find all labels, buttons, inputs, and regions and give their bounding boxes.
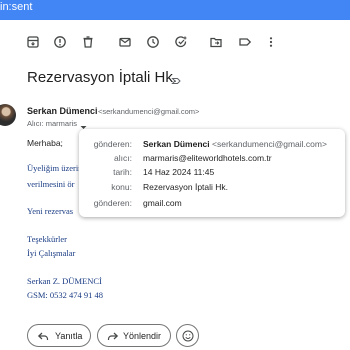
top-bar: in:sent (0, 0, 350, 20)
signature-phone: GSM: 0532 474 91 48 (27, 290, 104, 300)
emoji-reaction-button[interactable] (176, 324, 199, 347)
show-details-chevron-icon[interactable] (79, 119, 88, 129)
details-subject-row: konu: Rezervasyon İptali Hk. (79, 182, 345, 196)
email-subject: Rezervasyon İptali Hk. (27, 69, 178, 86)
body-regards: İyi Çalışmalar (27, 248, 76, 258)
move-to-icon[interactable] (209, 35, 223, 49)
search-query[interactable]: in:sent (0, 1, 32, 13)
details-date-label: tarih: (113, 167, 132, 177)
sender-email: <serkandumenci@gmail.com> (98, 107, 200, 116)
delete-icon[interactable] (81, 35, 95, 49)
details-from-row: gönderen: Serkan Dümenci <serkandumenci@… (79, 139, 345, 153)
archive-icon[interactable] (26, 35, 40, 49)
body-greeting: Merhaba; (27, 138, 63, 148)
emoji-icon (182, 330, 194, 342)
body-line-1: Üyeliğim üzerin (27, 163, 83, 173)
snooze-icon[interactable] (146, 35, 160, 49)
forward-button[interactable]: Yönlendir (97, 324, 171, 347)
details-date-value: 14 Haz 2024 11:45 (143, 167, 215, 177)
details-from-name: Serkan Dümenci (143, 139, 210, 149)
more-vert-icon[interactable] (264, 35, 278, 49)
details-from-email: <serkandumenci@gmail.com> (212, 139, 327, 149)
signature-name: Serkan Z. DÜMENCİ (27, 276, 102, 286)
reply-label: Yanıtla (55, 331, 83, 341)
details-to-row: alıcı: marmaris@eliteworldhotels.com.tr (79, 153, 345, 167)
details-subject-label: konu: (111, 182, 132, 192)
sender-name: Serkan Dümenci (27, 106, 98, 116)
forward-label: Yönlendir (123, 331, 162, 341)
details-to-value: marmaris@eliteworldhotels.com.tr (143, 153, 272, 163)
report-spam-icon[interactable] (53, 35, 67, 49)
add-task-icon[interactable] (174, 35, 188, 49)
avatar[interactable] (0, 104, 16, 126)
details-mailedby-label: gönderen: (93, 198, 132, 208)
body-line-2: verilmesini ör (27, 179, 75, 189)
details-date-row: tarih: 14 Haz 2024 11:45 (79, 167, 345, 181)
important-marker-icon[interactable] (171, 73, 181, 84)
label-icon[interactable] (238, 35, 252, 49)
details-from-label: gönderen: (93, 139, 132, 149)
details-mailedby-row: gönderen: gmail.com (79, 198, 345, 212)
mark-unread-icon[interactable] (118, 35, 132, 49)
body-thanks: Teşekkürler (27, 234, 67, 244)
recipient-line: Alıcı: marmaris (27, 119, 78, 128)
body-line-3: Yeni rezervas (27, 206, 74, 216)
reply-icon (37, 330, 49, 342)
details-subject-value: Rezervasyon İptali Hk. (143, 182, 229, 192)
details-mailedby-value: gmail.com (143, 198, 182, 208)
forward-icon (107, 330, 119, 342)
message-details-popup: gönderen: Serkan Dümenci <serkandumenci@… (79, 129, 345, 217)
details-from-value: Serkan Dümenci <serkandumenci@gmail.com> (143, 139, 327, 149)
details-to-label: alıcı: (114, 153, 132, 163)
reply-button[interactable]: Yanıtla (27, 324, 91, 347)
message-toolbar (0, 28, 350, 56)
